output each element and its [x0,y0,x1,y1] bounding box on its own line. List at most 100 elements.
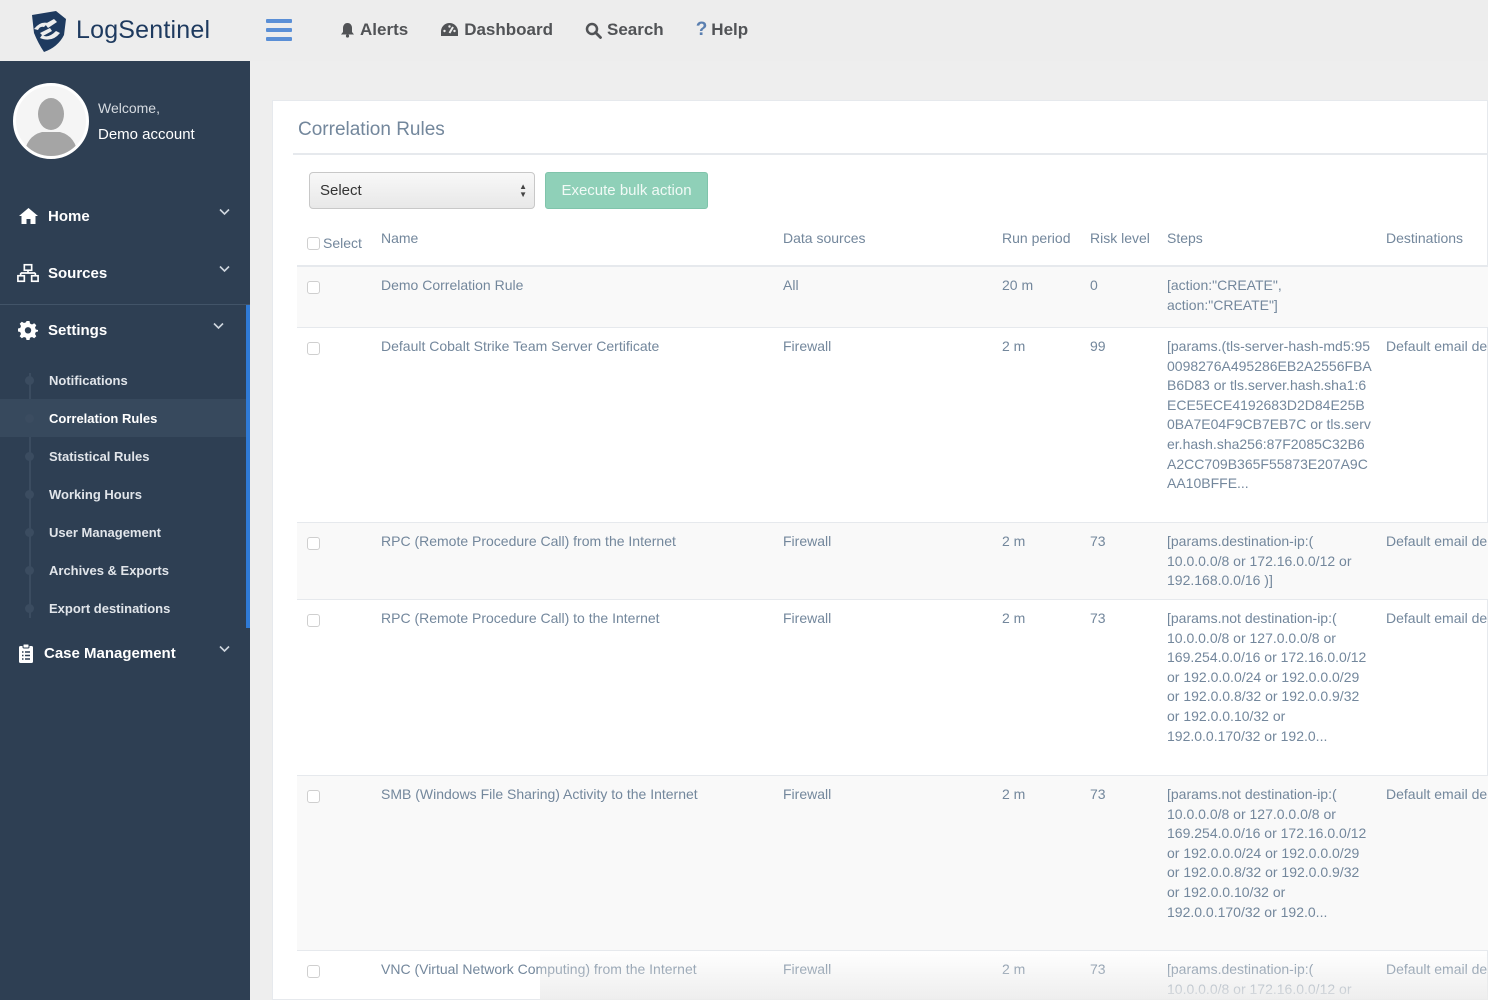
menu-toggle-button[interactable] [266,19,292,41]
logo-shield-icon [32,10,66,52]
sidebar-sub-notifications[interactable]: Notifications [0,361,246,399]
rule-name[interactable]: VNC (Virtual Network Computing) from the… [381,960,697,980]
sidebar-sub-export-destinations[interactable]: Export destinations [0,589,246,627]
brand-logo[interactable]: LogSentinel [0,0,250,61]
run-period: 2 m [1002,610,1026,626]
rule-steps: [params.not destination-ip:( 10.0.0.0/8 … [1167,610,1367,744]
top-bar: LogSentinel Alerts Dashboard Search ? He… [0,0,1488,61]
gear-icon [18,321,38,340]
column-header-destinations[interactable]: Destinations [1386,230,1463,246]
bullet-dot [25,566,34,575]
nav-help-label: Help [711,20,749,39]
sidebar-sub-user-management[interactable]: User Management [0,513,246,551]
row-checkbox[interactable] [307,281,320,294]
sidebar-item-settings[interactable]: Settings [0,308,250,352]
run-period: 2 m [1002,533,1026,549]
destination: Default email de [1386,961,1488,977]
chevron-down-icon [219,645,230,653]
rule-steps: [params.destination-ip:( 10.0.0.0/8 or 1… [1167,533,1352,589]
active-section-indicator [246,305,250,628]
nav-help[interactable]: ? Help [696,19,748,41]
nav-search[interactable]: Search [585,20,664,40]
rule-name[interactable]: Default Cobalt Strike Team Server Certif… [381,337,659,357]
nav-dashboard-label: Dashboard [464,20,553,39]
rule-steps: [params.not destination-ip:( 10.0.0.0/8 … [1167,786,1367,920]
row-checkbox[interactable] [307,342,320,355]
destination: Default email de [1386,786,1488,802]
sidebar-sub-archives-exports[interactable]: Archives & Exports [0,551,246,589]
sidebar-sub-statistical-rules[interactable]: Statistical Rules [0,437,246,475]
bullet-dot [25,414,34,423]
data-source: Firewall [783,533,832,549]
rule-name[interactable]: SMB (Windows File Sharing) Activity to t… [381,785,698,805]
sub-item-label: Correlation Rules [49,410,158,426]
destination: Default email de [1386,338,1488,354]
column-header-steps[interactable]: Steps [1167,230,1203,246]
sidebar-item-home[interactable]: Home [0,194,250,238]
run-period: 2 m [1002,786,1026,802]
table-row[interactable]: RPC (Remote Procedure Call) from the Int… [297,523,1488,600]
nav-dashboard[interactable]: Dashboard [440,20,553,40]
execute-bulk-action-button[interactable]: Execute bulk action [545,172,708,209]
table-row[interactable]: RPC (Remote Procedure Call) to the Inter… [297,600,1488,776]
chevron-down-icon [219,208,230,216]
sidebar-item-label: Case Management [44,644,176,662]
nav-alerts[interactable]: Alerts [340,20,408,40]
sidebar-item-sources[interactable]: Sources [0,251,250,295]
risk-level: 99 [1090,338,1106,354]
user-profile: Welcome, Demo account [13,83,195,159]
run-period: 2 m [1002,338,1026,354]
table-header: Select Name Data sources Run period Risk… [297,219,1488,267]
top-nav: Alerts Dashboard Search ? Help [340,19,780,41]
column-header-run-period[interactable]: Run period [1002,230,1071,246]
column-header-data-sources[interactable]: Data sources [783,230,865,246]
account-name: Demo account [98,125,195,143]
sub-item-label: Working Hours [49,486,142,502]
sub-item-label: Statistical Rules [49,448,150,464]
sidebar-item-label: Settings [48,321,108,339]
row-checkbox[interactable] [307,614,320,627]
bulk-action-select[interactable]: Select ▲ ▼ [309,172,535,209]
row-checkbox[interactable] [307,537,320,550]
avatar[interactable] [13,83,89,159]
sidebar-item-label: Home [48,207,90,225]
destination: Default email de [1386,610,1488,626]
rule-steps: [params.destination-ip:( 10.0.0.0/8 or 1… [1167,961,1352,997]
table-row[interactable]: SMB (Windows File Sharing) Activity to t… [297,776,1488,951]
sidebar-sub-correlation-rules[interactable]: Correlation Rules [0,399,246,437]
column-header-select: Select [323,235,362,251]
select-arrows-icon: ▲ ▼ [519,182,527,199]
data-source: Firewall [783,961,832,977]
data-source: Firewall [783,786,832,802]
bell-icon [341,23,354,38]
column-header-risk-level[interactable]: Risk level [1090,230,1150,246]
hamburger-bar [266,37,292,41]
divider [293,153,1488,155]
bullet-dot [25,452,34,461]
column-header-name[interactable]: Name [381,230,418,246]
correlation-rules-panel: Correlation Rules Select ▲ ▼ Execute bulk… [272,100,1488,1000]
table-row[interactable]: Demo Correlation Rule All 20 m 0 [action… [297,267,1488,328]
table-row[interactable]: VNC (Virtual Network Computing) from the… [297,951,1488,1000]
table-row[interactable]: Default Cobalt Strike Team Server Certif… [297,328,1488,523]
dashboard-gauge-icon [441,23,459,36]
row-checkbox[interactable] [307,965,320,978]
data-source: Firewall [783,338,832,354]
rule-name[interactable]: RPC (Remote Procedure Call) from the Int… [381,532,676,552]
welcome-text: Welcome, [98,99,160,116]
select-all-checkbox[interactable] [307,236,320,250]
row-checkbox[interactable] [307,790,320,803]
risk-level: 73 [1090,610,1106,626]
destination: Default email de [1386,533,1488,549]
hamburger-bar [266,28,292,32]
sidebar-sub-working-hours[interactable]: Working Hours [0,475,246,513]
bullet-dot [25,604,34,613]
rule-name[interactable]: RPC (Remote Procedure Call) to the Inter… [381,609,660,629]
chevron-down-icon [213,322,224,330]
home-icon [18,208,38,224]
rule-name[interactable]: Demo Correlation Rule [381,276,523,296]
rule-steps: [action:"CREATE", action:"CREATE"] [1167,277,1282,313]
page-title: Correlation Rules [298,119,445,140]
brand-name: LogSentinel [76,16,211,44]
sidebar-item-case-management[interactable]: Case Management [0,631,250,675]
